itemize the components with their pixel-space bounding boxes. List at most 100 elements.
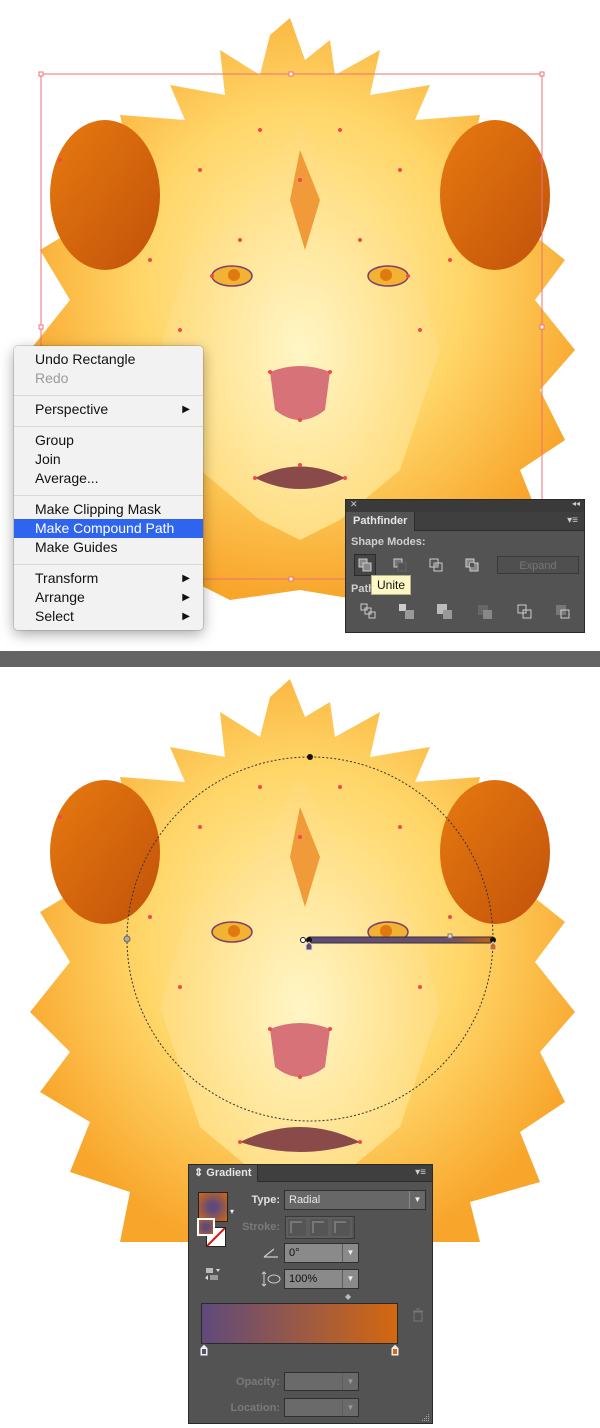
menu-item-label: Redo (35, 370, 69, 386)
menu-item-label: Join (35, 451, 61, 467)
minus-front-button[interactable] (389, 554, 411, 576)
menu-divider (14, 495, 203, 496)
tab-pathfinder[interactable]: Pathfinder (346, 512, 416, 531)
gradient-extent-handle[interactable] (123, 935, 131, 943)
close-icon[interactable]: ✕ (350, 499, 358, 510)
menu-item-make-guides[interactable]: Make Guides (14, 538, 203, 557)
panel-collapse-icon[interactable]: ⇕ (194, 1167, 203, 1179)
submenu-arrow-icon: ▶ (182, 573, 190, 584)
outline-button[interactable] (514, 601, 536, 623)
menu-item-undo-rectangle[interactable]: Undo Rectangle (14, 350, 203, 369)
lion-ear-right (440, 780, 550, 924)
stroke-gradient-buttons (285, 1216, 355, 1239)
trim-icon (399, 604, 414, 619)
submenu-arrow-icon: ▶ (182, 404, 190, 415)
menu-item-label: Select (35, 608, 74, 624)
lion-nose (270, 1023, 330, 1077)
gradient-midpoint-diamond[interactable]: ◆ (345, 1292, 351, 1301)
angle-field[interactable]: 0° ▼ (284, 1243, 359, 1263)
menu-item-label: Transform (35, 570, 99, 586)
merge-button[interactable] (434, 601, 456, 623)
menu-divider (14, 426, 203, 427)
collapse-icon[interactable]: ◂◂ (572, 499, 580, 508)
angle-icon (263, 1248, 278, 1258)
opacity-field: ▼ (284, 1372, 359, 1391)
section-separator (0, 651, 600, 667)
aspect-ratio-value: 100% (289, 1273, 318, 1285)
gradient-slider[interactable] (201, 1303, 398, 1344)
type-label: Type: (251, 1194, 280, 1206)
aspect-ratio-icon (261, 1271, 281, 1287)
location-field: ▼ (284, 1398, 359, 1417)
swatch-dropdown-icon[interactable]: ▾ (230, 1207, 234, 1216)
menu-item-make-compound-path[interactable]: Make Compound Path (14, 519, 203, 538)
aspect-ratio-field[interactable]: 100% ▼ (284, 1269, 359, 1289)
stroke-gradient-icons (286, 1217, 352, 1238)
menu-item-label: Average... (35, 470, 99, 486)
menu-item-join[interactable]: Join (14, 450, 203, 469)
unite-button[interactable] (354, 554, 376, 576)
crop-button[interactable] (474, 601, 496, 623)
unite-icon (358, 558, 372, 572)
minus-back-button[interactable] (552, 601, 574, 623)
shape-modes-label: Shape Modes: (351, 536, 426, 548)
menu-item-select[interactable]: Select ▶ (14, 607, 203, 626)
gradient-stop-start[interactable] (199, 1343, 209, 1357)
menu-item-label: Undo Rectangle (35, 351, 136, 367)
annotator-origin-handle[interactable] (300, 937, 306, 943)
panel-titlebar[interactable]: ✕ ◂◂ (346, 499, 584, 512)
tab-gradient-label: Gradient (206, 1167, 252, 1179)
menu-item-perspective[interactable]: Perspective ▶ (14, 400, 203, 419)
menu-divider (14, 564, 203, 565)
chevron-down-icon: ▼ (342, 1373, 358, 1390)
submenu-arrow-icon: ▶ (182, 592, 190, 603)
menu-item-label: Group (35, 432, 74, 448)
menu-item-redo: Redo (14, 369, 203, 388)
type-select-value: Radial (289, 1194, 321, 1206)
gradient-extent-handle[interactable] (307, 754, 313, 760)
lion-ear-left (50, 120, 160, 270)
delete-stop-icon (413, 1308, 423, 1322)
unite-tooltip: Unite (371, 575, 412, 595)
menu-item-label: Perspective (35, 401, 109, 417)
menu-item-label: Make Compound Path (35, 520, 175, 536)
intersect-icon (429, 558, 443, 572)
stroke-label: Stroke: (242, 1221, 280, 1233)
menu-item-transform[interactable]: Transform ▶ (14, 569, 203, 588)
resize-grip-icon[interactable] (421, 1413, 431, 1423)
pathfinder-panel: ✕ ◂◂ Pathfinder ▾≡ Shape Modes: Expand P… (345, 499, 585, 633)
expand-button: Expand (497, 556, 579, 574)
exclude-button[interactable] (461, 554, 483, 576)
crop-icon (478, 605, 492, 619)
panel-menu-icon[interactable]: ▾≡ (415, 1167, 426, 1178)
chevron-down-icon[interactable]: ▼ (342, 1270, 358, 1288)
minus-front-icon (393, 558, 407, 572)
location-label: Location: (230, 1402, 281, 1414)
menu-item-arrange[interactable]: Arrange ▶ (14, 588, 203, 607)
angle-value: 0° (289, 1247, 300, 1259)
fill-swatch[interactable] (197, 1218, 215, 1236)
lion-ear-left (50, 780, 160, 924)
menu-item-label: Make Guides (35, 539, 118, 555)
submenu-arrow-icon: ▶ (182, 611, 190, 622)
menu-item-make-clipping-mask[interactable]: Make Clipping Mask (14, 500, 203, 519)
divide-button[interactable] (358, 601, 380, 623)
lion-ear-right (440, 120, 550, 270)
menu-item-average[interactable]: Average... (14, 469, 203, 488)
divide-icon (360, 603, 376, 619)
minus-back-icon (556, 605, 570, 619)
lion-nose (270, 366, 330, 420)
reverse-gradient-icon[interactable] (204, 1266, 222, 1282)
panel-menu-icon[interactable]: ▾≡ (567, 515, 578, 526)
type-select[interactable]: Radial ▼ (284, 1190, 426, 1210)
gradient-panel: ⇕ Gradient ▾≡ ▾ Type: Radial ▼ Stroke: 0… (188, 1164, 433, 1424)
outline-icon (517, 604, 532, 619)
context-menu: Undo Rectangle Redo Perspective ▶ Group J… (14, 346, 203, 630)
gradient-stop-end[interactable] (390, 1343, 400, 1357)
tab-gradient[interactable]: ⇕ Gradient (189, 1165, 258, 1182)
menu-item-group[interactable]: Group (14, 431, 203, 450)
annotator-midpoint[interactable] (447, 933, 453, 939)
intersect-button[interactable] (425, 554, 447, 576)
trim-button[interactable] (396, 601, 418, 623)
chevron-down-icon[interactable]: ▼ (342, 1244, 358, 1262)
